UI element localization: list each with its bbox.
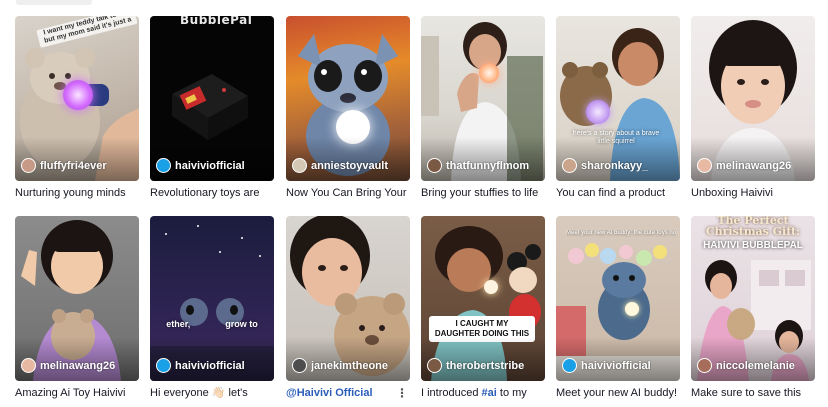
caption-text: I introduced xyxy=(421,387,482,399)
author-handle: niccolemelanie xyxy=(716,359,795,372)
video-caption[interactable]: Hi everyone 👋🏻 let's xyxy=(150,386,274,400)
video-caption[interactable]: Now You Can Bring Your xyxy=(286,186,410,200)
author-handle: therobertstribe xyxy=(446,359,525,372)
video-thumbnail[interactable]: I CAUGHT MY DAUGHTER DOING THIS therober… xyxy=(421,216,545,381)
video-caption[interactable]: Unboxing Haivivi xyxy=(691,186,815,200)
video-thumbnail[interactable]: here's a story about a brave little squi… xyxy=(556,16,680,181)
avatar xyxy=(21,358,36,373)
caption-mention[interactable]: @Haivivi Official xyxy=(286,387,373,399)
video-thumbnail[interactable]: janekimtheone xyxy=(286,216,410,381)
avatar xyxy=(292,358,307,373)
author-tag[interactable]: thatfunnyflmom xyxy=(427,158,529,173)
avatar xyxy=(562,158,577,173)
avatar xyxy=(427,358,442,373)
author-handle: sharonkayy_ xyxy=(581,159,649,172)
video-thumbnail[interactable]: Meet your new AI buddy: the cute toys no… xyxy=(556,216,680,381)
glowing-orb xyxy=(484,280,498,294)
glowing-orb xyxy=(625,302,639,316)
video-overlay-text: Meet your new AI buddy: the cute toys no… xyxy=(566,230,676,236)
avatar xyxy=(562,358,577,373)
author-tag[interactable]: anniestoyvault xyxy=(292,158,388,173)
author-tag[interactable]: janekimtheone xyxy=(292,358,388,373)
video-overlay-text: HAIVIVI BUBBLEPAL xyxy=(703,240,803,251)
author-tag[interactable]: melinawang26 xyxy=(697,158,791,173)
video-thumbnail[interactable]: thatfunnyflmom xyxy=(421,16,545,181)
video-card[interactable]: janekimtheone @Haivivi Official ⋮ xyxy=(286,216,410,400)
hashtag-link[interactable]: #ai xyxy=(482,387,497,399)
video-card[interactable]: thatfunnyflmom Bring your stuffies to li… xyxy=(421,16,545,200)
video-grid-page: I want my teddy talk to me but my mom sa… xyxy=(0,0,828,407)
author-tag[interactable]: haiviviofficial xyxy=(156,158,245,173)
video-thumbnail[interactable]: The Perfect Christmas Gift: HAIVIVI BUBB… xyxy=(691,216,815,381)
video-card[interactable]: ether, grow to haiviviofficial Hi everyo… xyxy=(150,216,274,400)
author-handle: haiviviofficial xyxy=(581,359,651,372)
avatar xyxy=(156,158,171,173)
avatar xyxy=(697,358,712,373)
video-card[interactable]: I want my teddy talk to me but my mom sa… xyxy=(15,16,139,200)
video-caption[interactable]: Bring your stuffies to life xyxy=(421,186,545,200)
avatar xyxy=(156,358,171,373)
video-caption[interactable]: Revolutionary toys are xyxy=(150,186,274,200)
glowing-orb xyxy=(586,100,610,124)
author-handle: melinawang26 xyxy=(716,159,792,172)
video-overlay-text: ether, grow to xyxy=(166,319,258,329)
author-handle: thatfunnyflmom xyxy=(446,159,530,172)
author-tag[interactable]: haiviviofficial xyxy=(156,358,245,373)
glowing-orb xyxy=(479,63,499,83)
avatar xyxy=(21,158,36,173)
video-caption[interactable]: Nurturing young minds xyxy=(15,186,139,200)
author-tag[interactable]: sharonkayy_ xyxy=(562,158,648,173)
author-handle: anniestoyvault xyxy=(311,159,389,172)
video-thumbnail[interactable]: BubblePal haiviviofficial xyxy=(150,16,274,181)
video-card[interactable]: anniestoyvault Now You Can Bring Your xyxy=(286,16,410,200)
caption-text: to my xyxy=(496,387,527,399)
video-card[interactable]: BubblePal haiviviofficial Revolutionary … xyxy=(150,16,274,200)
video-card[interactable]: The Perfect Christmas Gift: HAIVIVI BUBB… xyxy=(691,216,815,400)
video-card[interactable]: melinawang26 Amazing Ai Toy Haivivi xyxy=(15,216,139,400)
author-handle: haiviviofficial xyxy=(175,159,245,172)
video-overlay-text: The Perfect Christmas Gift: xyxy=(705,216,801,238)
video-card[interactable]: here's a story about a brave little squi… xyxy=(556,16,680,200)
video-caption[interactable]: @Haivivi Official ⋮ xyxy=(286,386,410,400)
video-caption[interactable]: You can find a product xyxy=(556,186,680,200)
author-tag[interactable]: melinawang26 xyxy=(21,358,115,373)
avatar xyxy=(697,158,712,173)
video-caption[interactable]: Make sure to save this xyxy=(691,386,815,400)
author-tag[interactable]: haiviviofficial xyxy=(562,358,651,373)
author-tag[interactable]: niccolemelanie xyxy=(697,358,795,373)
author-handle: melinawang26 xyxy=(40,359,116,372)
video-thumbnail[interactable]: melinawang26 xyxy=(691,16,815,181)
video-thumbnail[interactable]: anniestoyvault xyxy=(286,16,410,181)
author-handle: haiviviofficial xyxy=(175,359,245,372)
video-thumbnail[interactable]: ether, grow to haiviviofficial xyxy=(150,216,274,381)
video-thumbnail[interactable]: I want my teddy talk to me but my mom sa… xyxy=(15,16,139,181)
avatar xyxy=(292,158,307,173)
more-icon[interactable]: ⋮ xyxy=(396,387,408,399)
video-caption[interactable]: I introduced #ai to my xyxy=(421,386,545,400)
author-tag[interactable]: therobertstribe xyxy=(427,358,524,373)
video-caption[interactable]: Meet your new AI buddy! xyxy=(556,386,680,400)
glowing-orb xyxy=(63,80,93,110)
video-caption[interactable]: Amazing Ai Toy Haivivi xyxy=(15,386,139,400)
author-handle: fluffyfri4ever xyxy=(40,159,107,172)
video-card[interactable]: melinawang26 Unboxing Haivivi xyxy=(691,16,815,200)
author-handle: janekimtheone xyxy=(311,359,389,372)
avatar xyxy=(427,158,442,173)
tab-indicator xyxy=(16,0,92,5)
author-tag[interactable]: fluffyfri4ever xyxy=(21,158,107,173)
video-card[interactable]: I CAUGHT MY DAUGHTER DOING THIS therober… xyxy=(421,216,545,400)
video-card[interactable]: Meet your new AI buddy: the cute toys no… xyxy=(556,216,680,400)
video-thumbnail[interactable]: melinawang26 xyxy=(15,216,139,381)
